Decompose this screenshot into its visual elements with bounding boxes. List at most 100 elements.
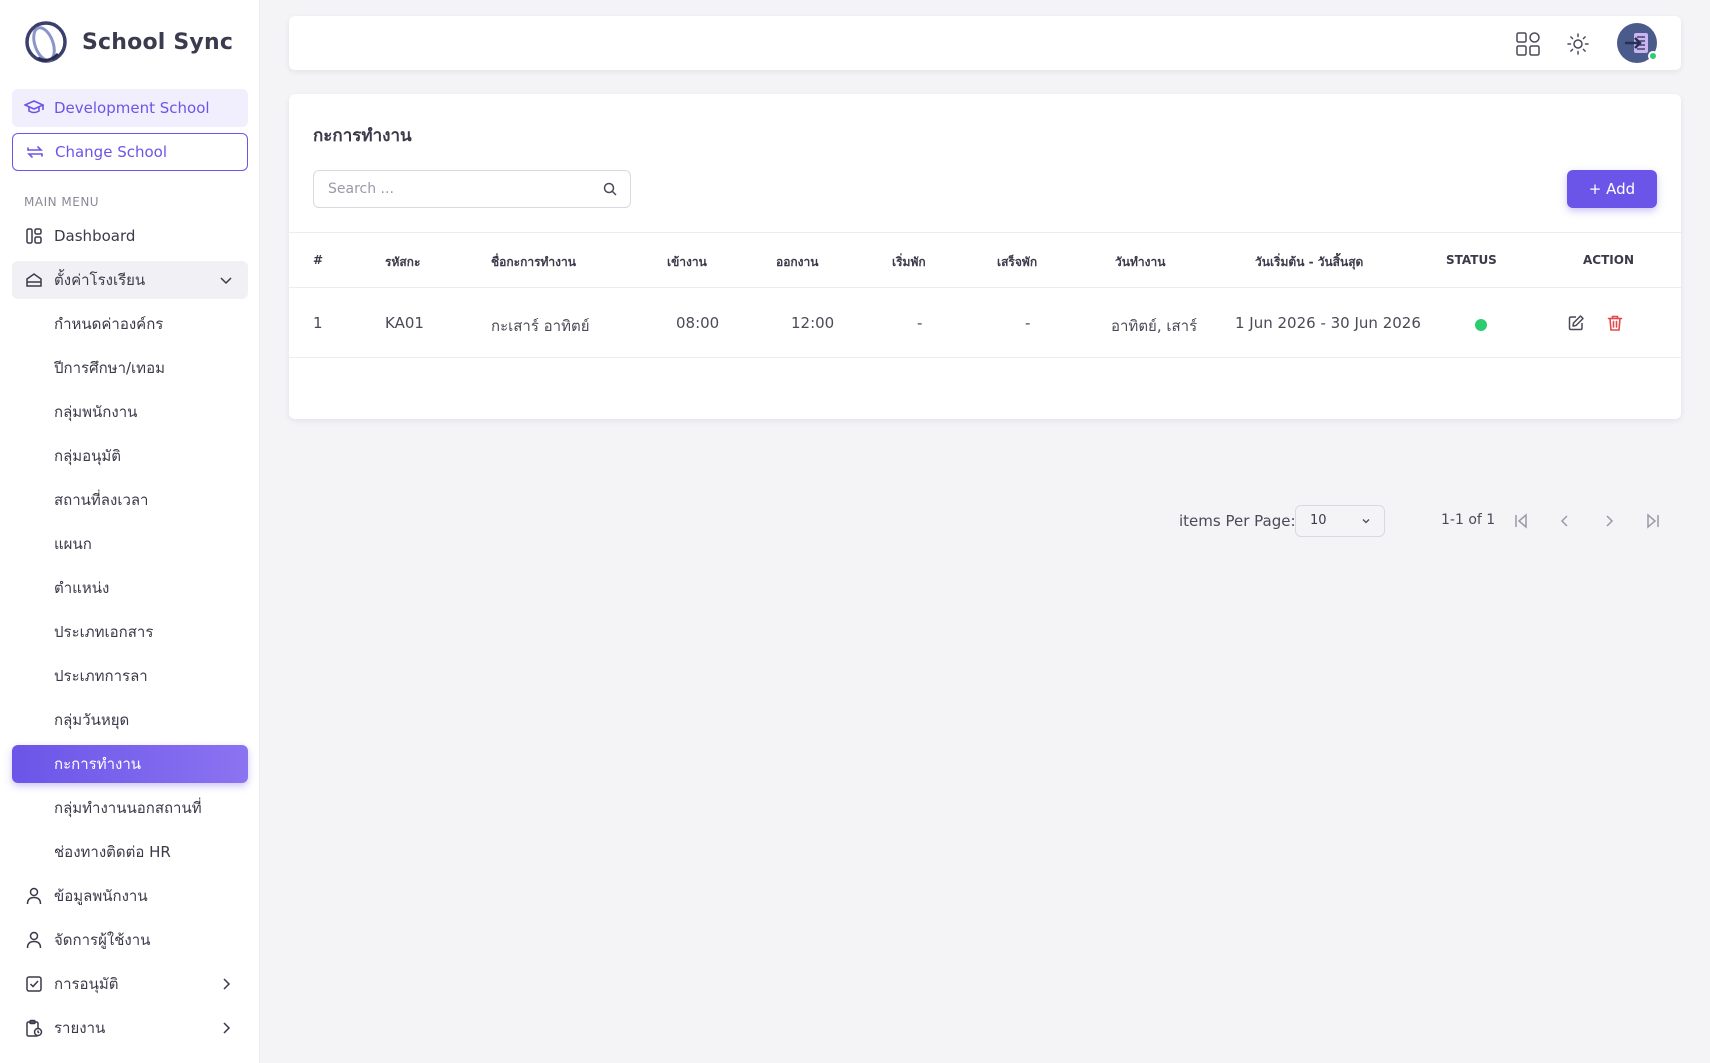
cell-date-range: 1 Jun 2026 - 30 Jun 2026 [1235, 314, 1421, 332]
nav-positions[interactable]: ตำแหน่ง [12, 569, 248, 607]
chevron-down-icon [1362, 519, 1370, 524]
col-status: STATUS [1446, 253, 1497, 267]
dashboard-icon [24, 226, 44, 246]
nav-work-shifts[interactable]: กะการทำงาน [12, 745, 248, 783]
swap-icon [25, 142, 45, 162]
search-input[interactable] [314, 171, 584, 207]
add-button[interactable]: + Add [1567, 170, 1657, 208]
col-check-in: เข้างาน [667, 255, 707, 269]
chevron-right-icon [223, 1022, 231, 1034]
nav-departments-label: แผนก [54, 535, 92, 553]
school-icon [24, 270, 44, 290]
sidebar: School Sync Development School Change Sc… [0, 0, 260, 1063]
cell-check-out: 12:00 [791, 314, 835, 332]
change-school-label: Change School [55, 143, 167, 161]
brand-name: School Sync [82, 29, 234, 55]
nav-user-management-label: จัดการผู้ใช้งาน [54, 931, 151, 949]
main-menu-header: MAIN MENU [24, 195, 100, 209]
apps-grid-icon[interactable] [1515, 31, 1541, 57]
nav-academic-year-label: ปีการศึกษา/เทอม [54, 359, 165, 377]
nav-dashboard[interactable]: Dashboard [12, 217, 248, 255]
chevron-right-icon [223, 978, 231, 990]
col-work-days: วันทำงาน [1115, 255, 1166, 269]
nav-org-settings-label: กำหนดค่าองค์กร [54, 315, 164, 333]
nav-positions-label: ตำแหน่ง [54, 579, 110, 597]
user-icon [24, 930, 44, 950]
work-shifts-card: กะการทำงาน + Add # รหัสกะ ชื่อกะการทำงาน… [289, 94, 1681, 537]
nav-academic-year[interactable]: ปีการศึกษา/เทอม [12, 349, 248, 387]
clipboard-clock-icon [24, 1018, 44, 1038]
items-per-page-label: items Per Page: [1179, 512, 1296, 530]
first-page-icon[interactable] [1511, 511, 1531, 531]
items-per-page-value: 10 [1310, 513, 1327, 528]
nav-employee-info[interactable]: ข้อมูลพนักงาน [12, 877, 248, 915]
nav-departments[interactable]: แผนก [12, 525, 248, 563]
col-number: # [313, 253, 324, 267]
sun-icon[interactable] [1565, 31, 1591, 57]
nav-document-types-label: ประเภทเอกสาร [54, 623, 154, 641]
next-page-icon[interactable] [1599, 511, 1619, 531]
nav-document-types[interactable]: ประเภทเอกสาร [12, 613, 248, 651]
chevron-down-icon [220, 277, 232, 285]
change-school-button[interactable]: Change School [12, 133, 248, 171]
cell-shift-code: KA01 [385, 314, 424, 332]
nav-holiday-groups[interactable]: กลุ่มวันหยุด [12, 701, 248, 739]
edit-icon[interactable] [1566, 313, 1586, 333]
nav-reports-label: รายงาน [54, 1019, 106, 1037]
cell-break-end: - [1025, 314, 1031, 332]
nav-holiday-groups-label: กลุ่มวันหยุด [54, 711, 130, 729]
prev-page-icon[interactable] [1555, 511, 1575, 531]
nav-user-management[interactable]: จัดการผู้ใช้งาน [12, 921, 248, 959]
col-action: ACTION [1583, 253, 1634, 267]
cell-work-days: อาทิตย์, เสาร์ [1111, 317, 1198, 335]
nav-checkin-locations[interactable]: สถานที่ลงเวลา [12, 481, 248, 519]
search-icon[interactable] [602, 181, 618, 197]
nav-employee-info-label: ข้อมูลพนักงาน [54, 887, 148, 905]
col-date-range: วันเริ่มต้น - วันสิ้นสุด [1255, 255, 1364, 269]
nav-approval[interactable]: การอนุมัติ [12, 965, 248, 1003]
col-break-start: เริ่มพัก [892, 255, 926, 269]
current-school-label: Development School [54, 99, 210, 117]
col-check-out: ออกงาน [776, 255, 819, 269]
page-title: กะการทำงาน [313, 126, 412, 146]
top-bar [289, 16, 1681, 70]
col-break-end: เสร็จพัก [997, 255, 1038, 269]
table-header: # รหัสกะ ชื่อกะการทำงาน เข้างาน ออกงาน เ… [289, 232, 1681, 288]
nav-reports[interactable]: รายงาน [12, 1009, 248, 1047]
current-school[interactable]: Development School [12, 89, 248, 127]
nav-hr-contact[interactable]: ช่องทางติดต่อ HR [12, 833, 248, 871]
nav-leave-types[interactable]: ประเภทการลา [12, 657, 248, 695]
nav-org-settings[interactable]: กำหนดค่าองค์กร [12, 305, 248, 343]
nav-school-settings[interactable]: ตั้งค่าโรงเรียน [12, 261, 248, 299]
page-range: 1-1 of 1 [1441, 512, 1496, 528]
nav-approval-label: การอนุมัติ [54, 975, 119, 993]
table-row[interactable]: 1 KA01 กะเสาร์ อาทิตย์ 08:00 12:00 - - อ… [289, 288, 1681, 358]
nav-checkin-locations-label: สถานที่ลงเวลา [54, 491, 149, 509]
cell-shift-name: กะเสาร์ อาทิตย์ [491, 317, 590, 335]
user-avatar[interactable] [1617, 23, 1658, 63]
nav-hr-contact-label: ช่องทางติดต่อ HR [54, 843, 171, 861]
brand[interactable]: School Sync [24, 18, 233, 66]
items-per-page-select[interactable]: 10 [1295, 505, 1385, 537]
nav-employee-groups[interactable]: กลุ่มพนักงาน [12, 393, 248, 431]
main-nav: Dashboard ตั้งค่าโรงเรียน กำหนดค่าองค์กร… [12, 217, 248, 1053]
nav-employee-groups-label: กลุ่มพนักงาน [54, 403, 138, 421]
cell-break-start: - [917, 314, 923, 332]
trash-icon[interactable] [1605, 313, 1625, 333]
user-icon [24, 886, 44, 906]
nav-school-settings-label: ตั้งค่าโรงเรียน [54, 271, 146, 289]
search-box[interactable] [313, 170, 631, 208]
checkbox-icon [24, 974, 44, 994]
nav-approval-groups-label: กลุ่มอนุมัติ [54, 447, 122, 465]
nav-work-shifts-label: กะการทำงาน [54, 755, 142, 773]
school-sync-logo [25, 21, 67, 63]
nav-dashboard-label: Dashboard [54, 227, 136, 245]
col-shift-name: ชื่อกะการทำงาน [491, 255, 576, 269]
nav-offsite-groups[interactable]: กลุ่มทำงานนอกสถานที่ [12, 789, 248, 827]
shifts-table: # รหัสกะ ชื่อกะการทำงาน เข้างาน ออกงาน เ… [289, 232, 1681, 537]
cell-check-in: 08:00 [676, 314, 720, 332]
status-active-dot [1475, 319, 1487, 331]
nav-approval-groups[interactable]: กลุ่มอนุมัติ [12, 437, 248, 475]
last-page-icon[interactable] [1643, 511, 1663, 531]
nav-offsite-groups-label: กลุ่มทำงานนอกสถานที่ [54, 799, 202, 817]
